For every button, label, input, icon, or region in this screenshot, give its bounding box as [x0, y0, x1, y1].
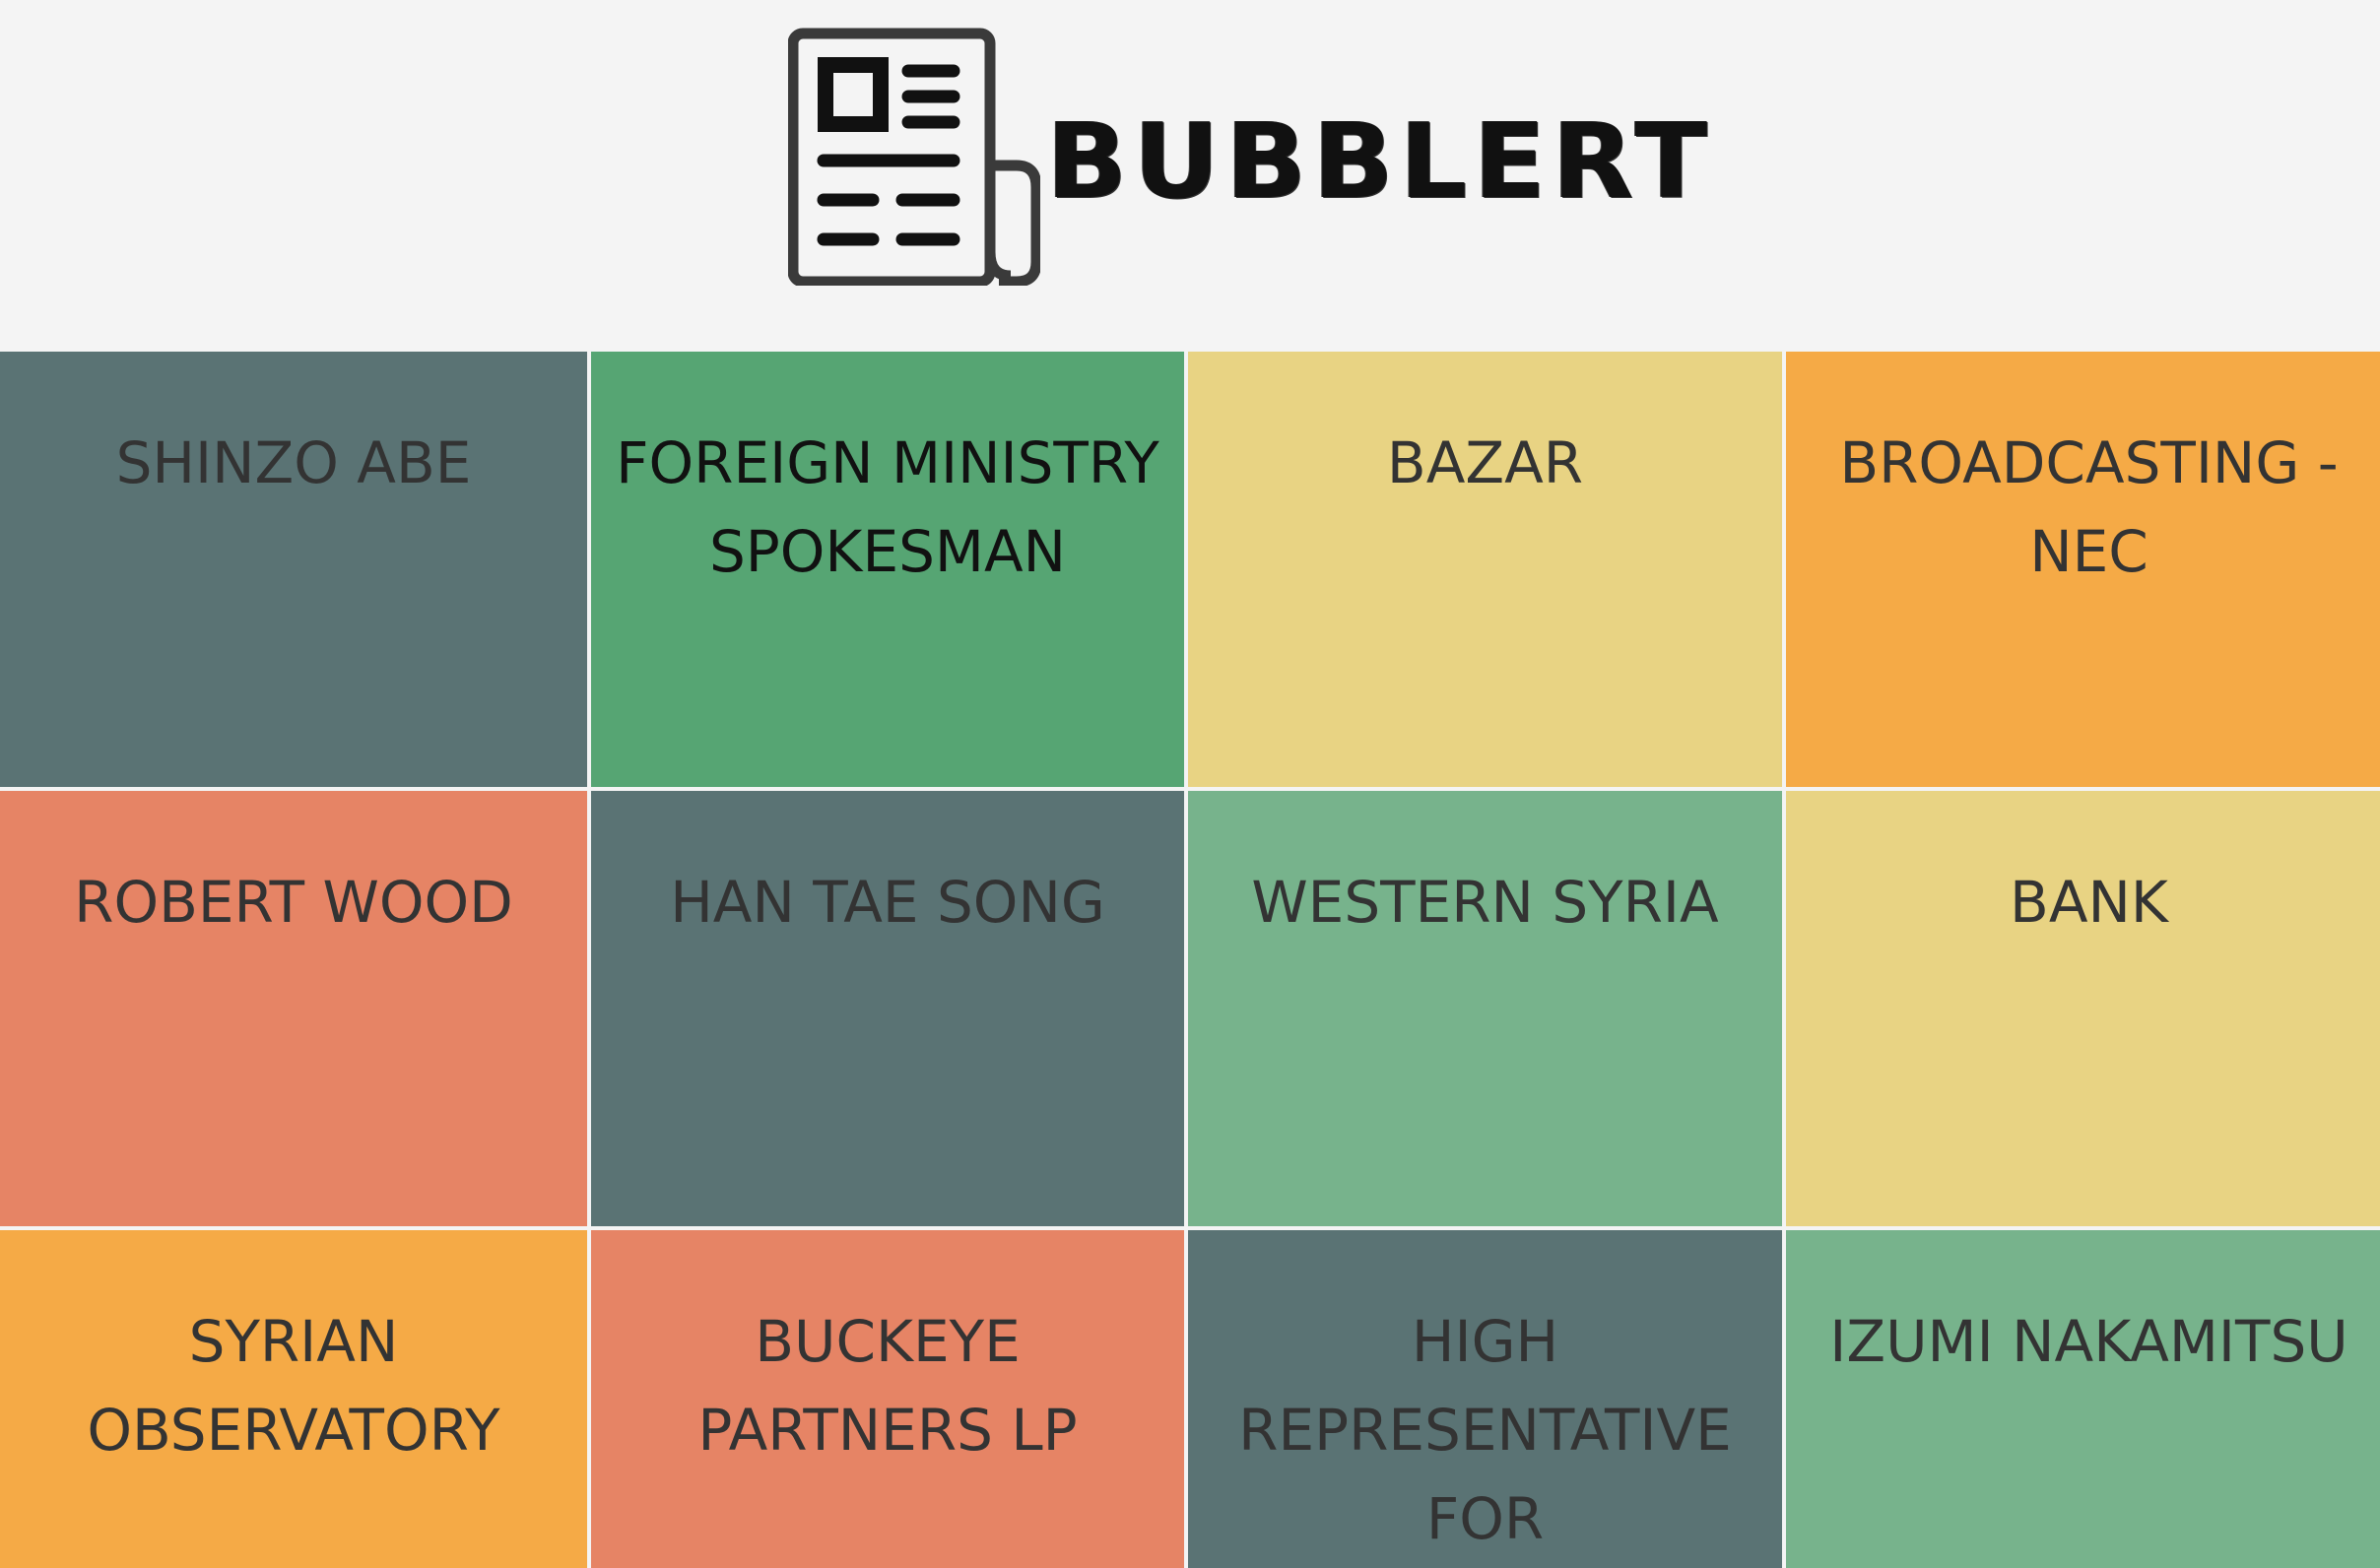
topic-tile[interactable]: BAZAR [1188, 352, 1782, 787]
topic-label: WESTERN SYRIA [1251, 869, 1719, 936]
topic-label: BAZAR [1386, 429, 1584, 496]
header: BUBBLERT [0, 0, 2380, 352]
topic-grid: SHINZO ABE FOREIGN MINISTRY SPOKESMAN BA… [0, 352, 2380, 1568]
topic-tile[interactable]: ROBERT WOOD [0, 791, 587, 1226]
topic-label: SYRIAN OBSERVATORY [87, 1308, 500, 1464]
topic-label: HIGH REPRESENTATIVE FOR [1238, 1308, 1732, 1552]
topic-tile[interactable]: SHINZO ABE [0, 352, 587, 787]
topic-tile[interactable]: FOREIGN MINISTRY SPOKESMAN [591, 352, 1184, 787]
topic-label: FOREIGN MINISTRY SPOKESMAN [616, 429, 1159, 585]
topic-tile[interactable]: BROADCASTING - NEC [1786, 352, 2380, 787]
topic-tile[interactable]: IZUMI NAKAMITSU [1786, 1230, 2380, 1568]
brand-logo[interactable]: BUBBLERT [788, 24, 1707, 290]
topic-label: BUCKEYE PARTNERS LP [697, 1308, 1078, 1464]
topic-tile[interactable]: BANK [1786, 791, 2380, 1226]
topic-label: BROADCASTING - NEC [1839, 429, 2339, 585]
topic-tile[interactable]: WESTERN SYRIA [1188, 791, 1782, 1226]
brand-name: BUBBLERT [1046, 101, 1714, 222]
topic-label: BANK [2010, 869, 2168, 936]
topic-tile[interactable]: SYRIAN OBSERVATORY [0, 1230, 587, 1568]
newspaper-icon [788, 28, 1040, 286]
topic-tile[interactable]: HIGH REPRESENTATIVE FOR [1188, 1230, 1782, 1568]
topic-tile[interactable]: BUCKEYE PARTNERS LP [591, 1230, 1184, 1568]
topic-label: HAN TAE SONG [670, 869, 1105, 936]
topic-label: SHINZO ABE [115, 429, 472, 496]
topic-label: ROBERT WOOD [74, 869, 513, 936]
topic-label: IZUMI NAKAMITSU [1829, 1308, 2348, 1375]
topic-tile[interactable]: HAN TAE SONG [591, 791, 1184, 1226]
page: BUBBLERT SHINZO ABE FOREIGN MINISTRY SPO… [0, 0, 2380, 1568]
